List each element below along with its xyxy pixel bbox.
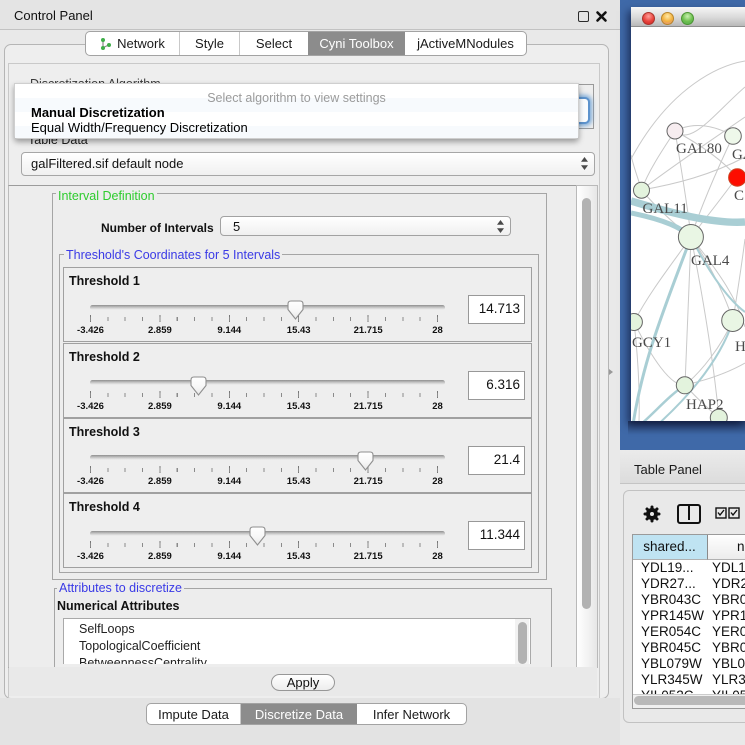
svg-text:C: C xyxy=(734,188,744,204)
svg-text:H: H xyxy=(735,339,745,355)
svg-text:GAL4: GAL4 xyxy=(691,253,730,269)
svg-text:GAL80: GAL80 xyxy=(676,141,722,157)
svg-text:HAP2: HAP2 xyxy=(686,397,724,413)
svg-text:GCY1: GCY1 xyxy=(632,335,671,351)
svg-text:GA: GA xyxy=(732,147,745,163)
svg-text:GAL11: GAL11 xyxy=(643,201,688,217)
